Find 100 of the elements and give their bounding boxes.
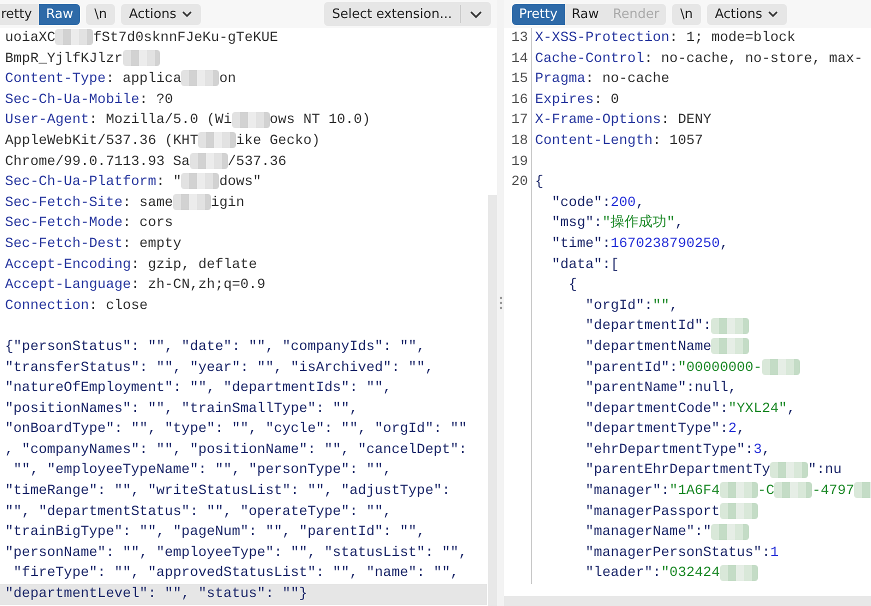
json-key: ,	[787, 400, 796, 417]
body-text: "natureOfEmployment": "", "departmentIds": "",	[5, 380, 392, 396]
json-key: "managerPersonStatus":	[535, 544, 770, 561]
json-number: 200	[610, 194, 636, 211]
extension-select[interactable]: Select extension...	[324, 2, 491, 26]
header-name: User-Agent	[5, 112, 90, 128]
view-tab[interactable]: retty	[0, 4, 39, 24]
json-string: "YXL24"	[728, 400, 788, 417]
redaction-blur	[720, 564, 758, 581]
header-value: : no-cache, no-store, max-	[644, 50, 863, 67]
header-name: Sec-Ch-Ua-Mobile	[5, 92, 140, 108]
header-name: Sec-Ch-Ua-Platform	[5, 174, 156, 190]
json-key: "code":	[535, 194, 611, 211]
line-number: 16	[511, 92, 528, 108]
body-text: "", "departmentStatus": "", "operateType": "",	[5, 504, 392, 520]
line-number: 20	[511, 174, 528, 190]
header-value: ike Gecko)	[236, 132, 320, 149]
view-tab[interactable]: Raw	[564, 4, 606, 24]
newline-button[interactable]: \n	[86, 4, 115, 24]
json-key: ,	[720, 236, 728, 252]
redaction-blur	[720, 482, 758, 498]
redaction-blur	[762, 358, 800, 375]
header-name: Pragma	[535, 71, 586, 88]
json-key: "ehrDepartmentType":	[535, 442, 754, 458]
header-value: : 1; mode=block	[669, 30, 796, 46]
body-text: "personName": "", "employeeType": "", "statusList": "",	[5, 544, 468, 561]
header-value: igin	[210, 194, 244, 211]
json-key: "parentName":null,	[535, 380, 737, 396]
header-value: : close	[89, 298, 148, 314]
header-name: Expires	[535, 92, 594, 108]
header-value: : cors	[122, 215, 174, 232]
header-value: : same	[122, 194, 174, 211]
header-value: /537.36	[228, 154, 286, 170]
json-string: "00000000-	[678, 360, 762, 376]
json-key: "departmentType":	[535, 421, 728, 438]
body-text: "onBoardType": "", "type": "", "cycle": "", "orgId": ""	[5, 421, 468, 438]
json-string: "032424	[661, 565, 720, 582]
chevron-icon	[767, 10, 780, 18]
view-tab[interactable]: Raw	[38, 4, 80, 24]
redaction-blur	[181, 70, 220, 86]
redaction-blur	[190, 152, 228, 169]
redaction-blur	[232, 112, 270, 128]
body-text: , "companyNames": "", "positionName": "", "cancelDept":	[5, 442, 468, 458]
view-tab[interactable]: Pretty	[512, 4, 565, 24]
json-key: "manager":	[535, 483, 670, 500]
json-number: 2	[728, 421, 737, 438]
header-name: Accept-Language	[5, 277, 132, 294]
redaction-blur	[720, 502, 758, 519]
newline-button[interactable]: \n	[672, 4, 701, 24]
json-string: "操作成功"	[602, 215, 676, 232]
line-number: 17	[511, 112, 528, 128]
actions-button[interactable]: Actions	[706, 4, 788, 24]
redaction-blur	[173, 194, 211, 210]
body-text: "timeRange": "", "writeStatusList": "", "adjustType":	[5, 483, 450, 500]
header-value: : 0	[594, 92, 620, 108]
line-number: 18	[511, 132, 528, 149]
redaction-blur	[181, 173, 220, 190]
header-name: X-XSS-Protection	[535, 30, 670, 46]
header-value: : applica	[106, 71, 182, 88]
body-text: "", "employeeTypeName": "", "personType": "",	[12, 462, 392, 478]
header-value: : 1057	[652, 132, 704, 149]
line-number: 19	[511, 154, 528, 170]
scrollbar[interactable]	[488, 195, 497, 606]
body-text: "transferStatus": "", "year": "", "isArchived": "",	[5, 360, 434, 376]
header-name: Cache-Control	[535, 50, 644, 67]
json-number: 3	[753, 442, 762, 458]
header-name: Content-Type	[5, 71, 106, 88]
redaction-blur	[55, 29, 94, 46]
redaction-blur	[774, 482, 812, 498]
json-string: -C	[758, 483, 774, 500]
json-key: ,	[636, 194, 644, 211]
json-key: {	[535, 277, 578, 294]
header-name: Accept-Encoding	[5, 256, 132, 273]
json-key: "leader":	[535, 565, 662, 582]
header-value: : Mozilla/5.0 (Wi	[89, 112, 232, 128]
json-key: "managerPassport	[535, 504, 720, 520]
header-value: : DENY	[661, 112, 712, 128]
header-value: on	[219, 71, 236, 88]
splitter-handle-icon[interactable]	[498, 296, 502, 310]
header-name: Sec-Fetch-Dest	[5, 236, 123, 252]
header-value: : "	[156, 174, 182, 190]
header-value: AppleWebKit/537.36 (KHT	[5, 132, 198, 149]
json-key: ,	[762, 442, 770, 458]
json-string: "1A6F4	[669, 483, 720, 500]
json-key: "time":	[535, 236, 611, 252]
header-name: Connection	[5, 298, 90, 314]
redaction-blur	[198, 132, 236, 148]
json-key: "orgId":	[535, 298, 653, 314]
redaction-blur	[711, 318, 750, 334]
redaction-blur	[770, 462, 808, 478]
json-key: "managerName":"	[535, 524, 712, 540]
body-text: "departmentLevel": "", "status": ""}	[5, 586, 308, 602]
header-value: uoiaXC	[5, 30, 56, 46]
body-text: "fireType": "", "approvedStatusList": "", "name": "",	[12, 565, 459, 582]
json-key: {	[535, 174, 544, 190]
header-value: dows"	[219, 174, 262, 190]
json-key: ,	[669, 298, 678, 314]
body-text: "trainBigType": "", "pageNum": "", "parentId": "",	[5, 524, 426, 540]
actions-button[interactable]: Actions	[120, 4, 202, 24]
body-text: {"personStatus": "", "date": "", "companyIds": "",	[5, 338, 426, 355]
